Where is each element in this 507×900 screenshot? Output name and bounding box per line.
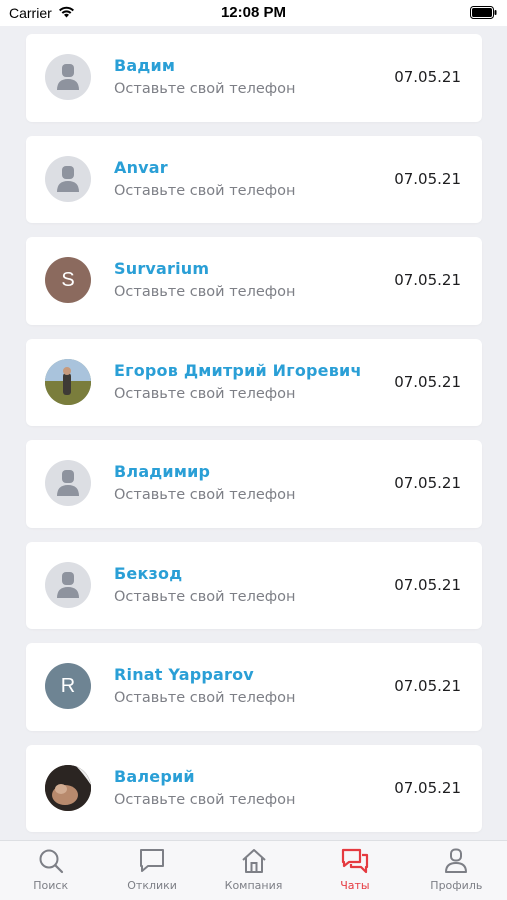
profile-icon <box>445 848 468 873</box>
avatar: S <box>45 257 91 303</box>
chat-message: Оставьте свой телефон <box>114 690 296 706</box>
chat-date: 07.05.21 <box>394 372 461 391</box>
chat-name: Anvar <box>114 157 168 177</box>
chat-message: Оставьте свой телефон <box>114 385 296 402</box>
chat-name: Егоров Дмитрий Игоревич <box>114 360 362 380</box>
chat-name: Survarium <box>114 259 210 278</box>
avatar <box>45 54 91 100</box>
bottom-tab-bar: Поиск Отклики Компания Чаты Профиль <box>0 840 507 900</box>
avatar: R <box>45 663 91 709</box>
chat-item[interactable]: Егоров Дмитрий Игоревич Оставьте свой те… <box>26 338 482 426</box>
chat-name: Вадим <box>114 56 176 75</box>
chat-bubble-icon <box>140 849 165 872</box>
user-placeholder-icon <box>57 64 79 90</box>
chat-item[interactable]: Вадим Оставьте свой телефон 07.05.21 <box>26 34 482 122</box>
chat-date: 07.05.21 <box>394 575 461 594</box>
status-bar: Carrier 12:08 PM <box>0 0 507 26</box>
search-icon <box>39 849 63 874</box>
chat-list: Вадим Оставьте свой телефон 07.05.21 Anv… <box>26 34 482 832</box>
chat-date: 07.05.21 <box>394 778 461 797</box>
chat-date: 07.05.21 <box>394 474 461 492</box>
tab-label: Отклики <box>127 879 177 892</box>
user-placeholder-icon <box>57 165 79 192</box>
avatar-photo <box>45 764 91 811</box>
user-placeholder-icon <box>57 571 79 598</box>
chat-name: Валерий <box>114 766 195 786</box>
tab-label: Чаты <box>340 879 370 892</box>
tab-label: Поиск <box>33 879 69 892</box>
avatar <box>45 561 91 608</box>
avatar-photo <box>45 358 91 405</box>
tab-search[interactable]: Поиск <box>0 841 101 900</box>
chat-message: Оставьте свой телефон <box>114 284 296 300</box>
tab-responses[interactable]: Отклики <box>101 841 202 900</box>
chat-message: Оставьте свой телефон <box>114 487 296 503</box>
chat-item[interactable]: Владимир Оставьте свой телефон 07.05.21 <box>26 440 482 528</box>
avatar <box>45 155 91 202</box>
chat-date: 07.05.21 <box>394 677 461 695</box>
battery-icon <box>470 6 497 24</box>
tab-label: Компания <box>224 879 283 892</box>
user-placeholder-icon <box>57 470 79 496</box>
chat-name: Rinat Yapparov <box>114 665 254 684</box>
tab-company[interactable]: Компания <box>203 841 304 900</box>
chat-item[interactable]: Валерий Оставьте свой телефон 07.05.21 <box>26 744 482 832</box>
chat-message: Оставьте свой телефон <box>114 182 296 199</box>
chat-item[interactable]: Anvar Оставьте свой телефон 07.05.21 <box>26 135 482 223</box>
chat-message: Оставьте свой телефон <box>114 81 296 97</box>
chat-item[interactable]: S Survarium Оставьте свой телефон 07.05.… <box>26 237 482 325</box>
chat-item[interactable]: Бекзод Оставьте свой телефон 07.05.21 <box>26 541 482 629</box>
tab-profile[interactable]: Профиль <box>406 841 507 900</box>
avatar <box>45 460 91 506</box>
chat-message: Оставьте свой телефон <box>114 791 296 808</box>
tab-chats[interactable]: Чаты <box>304 841 405 900</box>
home-icon <box>241 849 266 873</box>
chat-name: Владимир <box>114 462 211 481</box>
chat-date: 07.05.21 <box>394 169 461 188</box>
chat-date: 07.05.21 <box>394 68 461 86</box>
chat-item[interactable]: R Rinat Yapparov Оставьте свой телефон 0… <box>26 643 482 731</box>
chat-name: Бекзод <box>114 563 183 583</box>
chat-date: 07.05.21 <box>394 271 461 289</box>
status-time: 12:08 PM <box>220 4 287 21</box>
tab-label: Профиль <box>430 879 483 892</box>
chats-icon <box>341 848 369 874</box>
chat-message: Оставьте свой телефон <box>114 588 296 605</box>
